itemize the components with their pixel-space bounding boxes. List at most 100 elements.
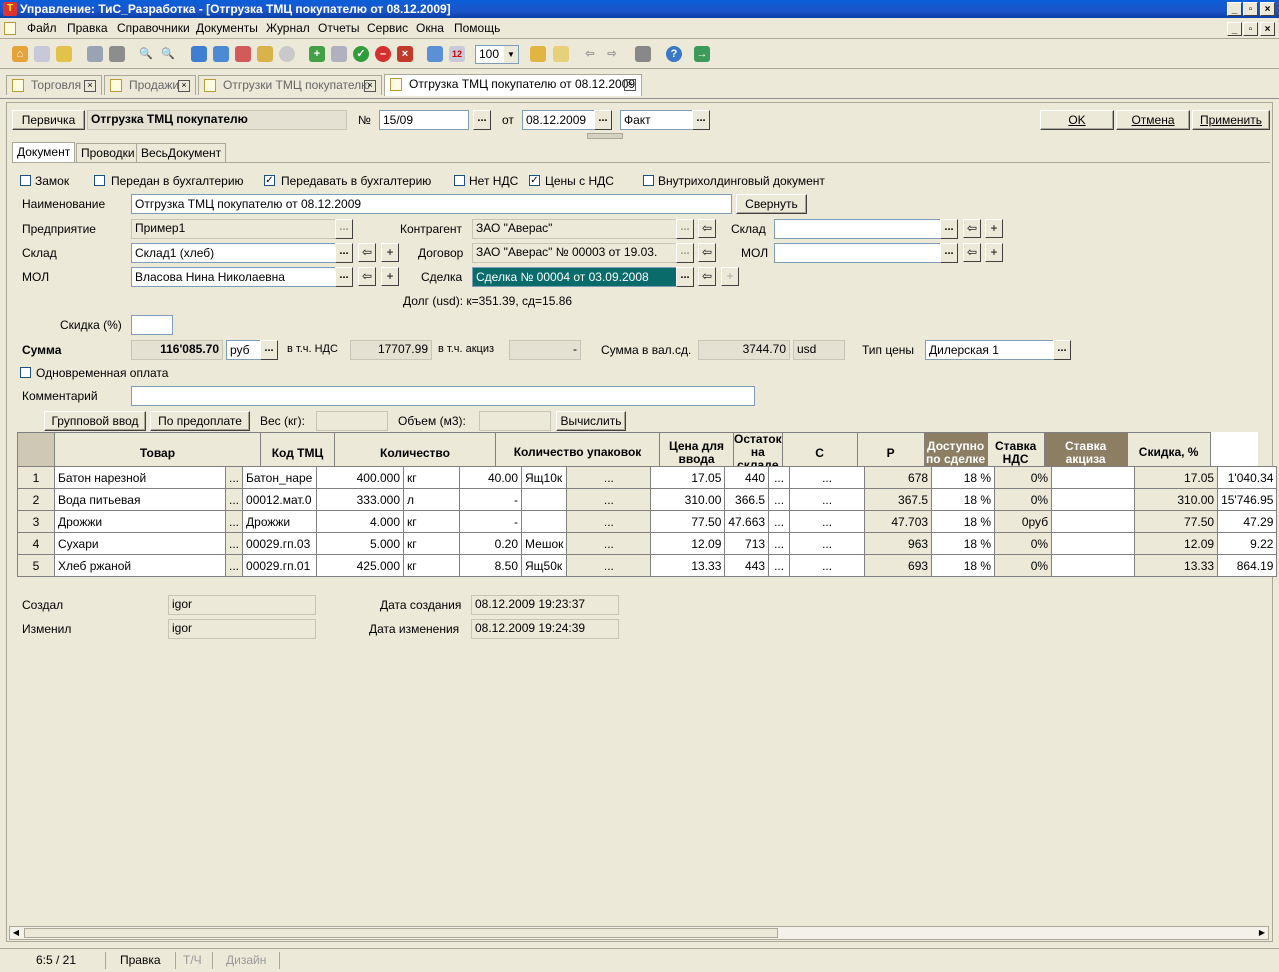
cell-r[interactable]: ... xyxy=(789,488,866,511)
ok-button[interactable]: OK xyxy=(1040,110,1114,130)
cell-vat-sum[interactable]: 47.29 xyxy=(1217,510,1278,533)
cell-vat-rate[interactable]: 18 % xyxy=(931,466,996,489)
cell-packages[interactable]: 8.50 xyxy=(459,554,523,577)
cell-code[interactable]: Дрожжи xyxy=(242,510,318,533)
warehouse-select-button[interactable]: ... xyxy=(335,243,353,263)
table-row[interactable]: 3 Дрожжи... Дрожжи 4.000 кг -... 77.50 47.663..… xyxy=(17,510,1278,533)
warehouse2-add-icon[interactable]: + xyxy=(985,219,1003,238)
cell-package-unit[interactable] xyxy=(521,510,568,533)
horizontal-scrollbar[interactable]: ◀ ▶ xyxy=(9,926,1269,940)
calculate-button[interactable]: Вычислить xyxy=(556,411,626,431)
cell-price[interactable]: 12.09 xyxy=(1134,532,1219,555)
cell-product[interactable]: Батон нарезной xyxy=(54,466,226,489)
product-select-button[interactable]: ... xyxy=(224,510,244,533)
prepayment-button[interactable]: По предоплате xyxy=(150,411,250,431)
cell-input-price[interactable]: 13.33 xyxy=(650,554,726,577)
cell-r[interactable]: ... xyxy=(789,466,866,489)
close-icon[interactable]: × xyxy=(178,80,190,92)
package-select-button[interactable]: ... xyxy=(566,554,652,577)
warehouse2-back-icon[interactable]: ⇦ xyxy=(963,219,981,238)
notes-icon[interactable] xyxy=(553,46,569,62)
disabled-icon[interactable] xyxy=(279,46,295,62)
deal-add-icon[interactable]: + xyxy=(721,267,739,286)
close-button[interactable]: × xyxy=(1260,2,1275,16)
duplicate-icon[interactable] xyxy=(331,46,347,62)
cancel-button[interactable]: Отмена xyxy=(1116,110,1190,130)
cell-r[interactable]: ... xyxy=(789,510,866,533)
table-row[interactable]: 1 Батон нарезной... Батон_наре 400.000 кг 40.… xyxy=(17,466,1278,489)
mol-select-button[interactable]: ... xyxy=(335,267,353,287)
tab-whole-document[interactable]: ВесьДокумент xyxy=(136,143,227,162)
number-input[interactable]: 15/09 xyxy=(379,110,469,130)
menu-reports[interactable]: Отчеты xyxy=(318,21,359,35)
mdi-close-button[interactable]: × xyxy=(1260,22,1275,36)
cell-input-price[interactable]: 310.00 xyxy=(650,488,726,511)
tab-shipment-document[interactable]: Отгрузка ТМЦ покупателю от 08.12.2009 × xyxy=(384,74,642,96)
zoom-select[interactable]: 100 ▼ xyxy=(475,45,519,64)
menu-edit[interactable]: Правка xyxy=(67,21,108,35)
warehouse2-input[interactable] xyxy=(774,219,942,239)
transferred-checkbox[interactable] xyxy=(94,175,105,186)
counterparty-select-button[interactable]: ... xyxy=(676,219,694,239)
cell-excise-rate[interactable]: 0% xyxy=(994,488,1053,511)
cell-r[interactable]: ... xyxy=(789,532,866,555)
cell-r[interactable]: ... xyxy=(789,554,866,577)
deal-back-icon[interactable]: ⇦ xyxy=(698,267,716,286)
state-input[interactable]: Факт xyxy=(620,110,694,130)
mol2-select-button[interactable]: ... xyxy=(940,243,958,263)
chevron-down-icon[interactable]: ▼ xyxy=(504,46,518,63)
primary-doc-button[interactable]: Первичка xyxy=(12,110,85,130)
tab-postings[interactable]: Проводки xyxy=(76,143,140,162)
menu-journal[interactable]: Журнал xyxy=(266,21,310,35)
home-icon[interactable]: ⌂ xyxy=(12,46,28,62)
date-input[interactable]: 08.12.2009 xyxy=(522,110,596,130)
apply-button[interactable]: Применить xyxy=(1192,110,1270,130)
cell-discount[interactable] xyxy=(1051,466,1136,489)
search-icon[interactable]: 🔍 xyxy=(138,46,154,62)
cell-quantity[interactable]: 5.000 xyxy=(316,532,405,555)
cell-product[interactable]: Сухари xyxy=(54,532,226,555)
cell-discount[interactable] xyxy=(1051,554,1136,577)
scrollbar-thumb[interactable] xyxy=(24,928,778,938)
close-icon[interactable]: × xyxy=(364,80,376,92)
coins-icon[interactable] xyxy=(530,46,546,62)
scroll-left-icon[interactable]: ◀ xyxy=(10,927,22,939)
cell-discount[interactable] xyxy=(1051,510,1136,533)
prices-with-vat-checkbox[interactable]: ✓ xyxy=(529,175,540,186)
find-next-icon[interactable]: 🔍 xyxy=(160,46,176,62)
contract-select-button[interactable]: ... xyxy=(676,243,694,263)
tab-trade[interactable]: Торговля × xyxy=(6,75,102,95)
cell-price[interactable]: 13.33 xyxy=(1134,554,1219,577)
cell-excise-rate[interactable]: 0% xyxy=(994,554,1053,577)
cell-discount[interactable] xyxy=(1051,488,1136,511)
cell-vat-sum[interactable]: 864.19 xyxy=(1217,554,1278,577)
cell-vat-sum[interactable]: 9.22 xyxy=(1217,532,1278,555)
row-number[interactable]: 1 xyxy=(17,466,55,489)
delete-icon[interactable]: × xyxy=(397,46,413,62)
stop-icon[interactable]: – xyxy=(375,46,391,62)
copy-icon[interactable] xyxy=(34,46,50,62)
cell-unit[interactable]: л xyxy=(403,488,461,511)
cell-unit[interactable]: кг xyxy=(403,510,461,533)
cell-input-price[interactable]: 12.09 xyxy=(650,532,726,555)
tab-sales[interactable]: Продажи × xyxy=(104,75,196,95)
mol2-input[interactable] xyxy=(774,243,942,263)
currency-select-button[interactable]: ... xyxy=(260,340,278,360)
mol-input[interactable]: Власова Нина Николаевна xyxy=(131,267,337,287)
menu-directories[interactable]: Справочники xyxy=(117,21,190,35)
mol2-back-icon[interactable]: ⇦ xyxy=(963,243,981,262)
package-select-button[interactable]: ... xyxy=(566,488,652,511)
cell-stock[interactable]: 440 xyxy=(724,466,770,489)
mdi-minimize-button[interactable]: _ xyxy=(1227,22,1242,36)
pencil-icon[interactable] xyxy=(213,46,229,62)
cell-stock[interactable]: 47.663 xyxy=(724,510,770,533)
group-input-button[interactable]: Групповой ввод xyxy=(44,411,146,431)
cell-unit[interactable]: кг xyxy=(403,466,461,489)
cell-product[interactable]: Дрожжи xyxy=(54,510,226,533)
eraser-icon[interactable] xyxy=(235,46,251,62)
warehouse2-select-button[interactable]: ... xyxy=(940,219,958,239)
cell-discount[interactable] xyxy=(1051,532,1136,555)
tab-shipments[interactable]: Отгрузки ТМЦ покупателю × xyxy=(198,75,382,95)
add-icon[interactable]: + xyxy=(309,46,325,62)
check-icon[interactable]: ✓ xyxy=(353,46,369,62)
